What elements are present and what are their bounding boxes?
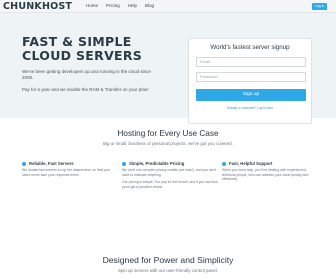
email-field[interactable]: Email	[196, 57, 306, 67]
feature-text: We donate fast servers to top the datace…	[22, 168, 111, 177]
feature-title: Fast, Helpful Support	[222, 161, 318, 167]
feature-pricing: Simple, Predictable Pricing We don't use…	[122, 161, 218, 190]
login-button[interactable]: Log in	[312, 3, 327, 10]
design-section-title: Designed for Power and Simplicity	[102, 255, 234, 265]
feature-text: We don't use complex pricing models (we …	[122, 168, 217, 177]
chunkhost-logo[interactable]: CHUNKHOST	[3, 1, 72, 12]
main-nav: Home Pricing Help Blog	[86, 3, 154, 9]
signup-card: World's fastest server signup Email Pass…	[188, 38, 312, 124]
feature-title: Reliable, Fast Servers	[22, 161, 118, 167]
nav-pricing-link[interactable]: Pricing	[106, 3, 120, 9]
feature-text-extra: Our pricing is simple: You pay for the m…	[122, 180, 218, 190]
nav-home-link[interactable]: Home	[86, 3, 98, 9]
login-link[interactable]: Already a customer? Log in here	[189, 106, 311, 110]
hero-intro-text: We've been getting developers up and run…	[22, 69, 151, 81]
hosting-section-title: Hosting for Every Use Case	[117, 129, 219, 138]
top-navigation-bar: CHUNKHOST Home Pricing Help Blog Log in	[0, 0, 336, 13]
design-section-subtitle: Spin up servers with our user-friendly c…	[117, 268, 219, 273]
hero-promo-text: Pay for a year and we double the RAM & T…	[22, 87, 149, 92]
password-field[interactable]: Password	[196, 72, 306, 82]
nav-blog-link[interactable]: Blog	[145, 3, 154, 9]
nav-help-link[interactable]: Help	[128, 3, 137, 9]
hosting-section-subtitle: Big or small, business or personal proje…	[103, 141, 233, 146]
signup-button[interactable]: Sign up	[196, 89, 306, 101]
hero-title: FAST & SIMPLE CLOUD SERVERS	[22, 34, 143, 63]
feature-text: When you need help, you'll be dealing wi…	[222, 168, 309, 182]
feature-support: Fast, Helpful Support When you need help…	[222, 161, 318, 182]
signup-title: World's fastest server signup	[210, 44, 290, 51]
feature-reliable: Reliable, Fast Servers We donate fast se…	[22, 161, 118, 177]
hero-section: FAST & SIMPLE CLOUD SERVERS We've been g…	[0, 13, 336, 124]
feature-title: Simple, Predictable Pricing	[122, 161, 218, 167]
